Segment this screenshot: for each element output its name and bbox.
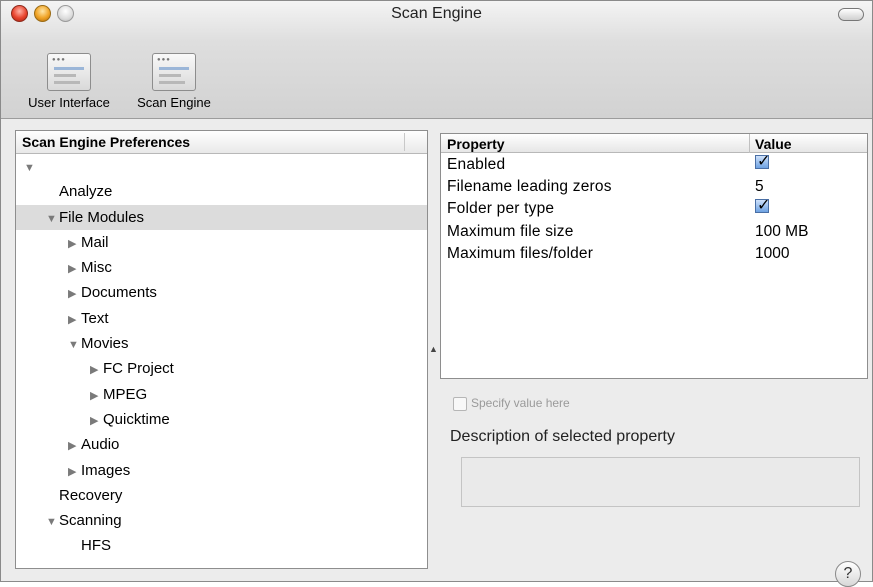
disclosure-collapsed-icon[interactable]: ▶ <box>90 409 103 434</box>
outline-row-label: Recovery <box>59 486 123 504</box>
disclosure-expanded-icon[interactable]: ▼ <box>46 510 59 535</box>
property-row[interactable]: Enabled <box>441 151 867 175</box>
outline-row-label: MPEG <box>103 385 148 403</box>
column-separator <box>749 134 750 153</box>
outline-row[interactable]: ▼ <box>16 154 427 179</box>
preferences-outline[interactable]: Scan Engine Preferences ▼ Analyze ▼ File Mo… <box>15 130 428 569</box>
disclosure-collapsed-icon[interactable]: ▶ <box>68 434 81 459</box>
property-row[interactable]: Folder per type <box>441 195 867 219</box>
outline-row-label: Images <box>81 461 131 479</box>
toolbar-toggle-button[interactable] <box>838 8 864 21</box>
outline-body: ▼ Analyze ▼ File Modules ▶ Mail ▶ Misc ▶ Document… <box>16 154 427 559</box>
outline-row-label: Documents <box>81 284 157 302</box>
property-name: Enabled <box>447 156 506 173</box>
disclosure-collapsed-icon[interactable]: ▶ <box>68 460 81 485</box>
disclosure-collapsed-icon[interactable]: ▶ <box>68 308 81 333</box>
toolbar-item-label: User Interface <box>28 95 110 110</box>
specify-value-label: Specify value here <box>471 396 570 410</box>
property-name: Folder per type <box>447 200 555 218</box>
description-box <box>461 457 860 507</box>
disclosure-collapsed-icon[interactable]: ▶ <box>90 358 103 383</box>
disclosure-collapsed-icon[interactable]: ▶ <box>90 384 103 409</box>
disclosure-collapsed-icon[interactable]: ▶ <box>68 232 81 257</box>
property-name: Maximum file size <box>447 222 574 240</box>
outline-row[interactable]: ▶ Quicktime <box>16 407 427 432</box>
property-table-header: Property Value <box>441 134 867 153</box>
specify-value-checkbox[interactable]: Specify value here <box>453 396 570 411</box>
outline-row[interactable]: ▶ Documents <box>16 280 427 305</box>
checkbox-icon <box>453 396 467 411</box>
disclosure-collapsed-icon[interactable]: ▶ <box>68 282 81 307</box>
outline-row[interactable]: ▶ Images <box>16 458 427 483</box>
preferences-window-icon: ●●● <box>47 53 91 91</box>
outline-row[interactable]: ▶ Audio <box>16 432 427 457</box>
outline-row-label: Audio <box>81 436 120 454</box>
outline-row[interactable]: ▼ Scanning <box>16 508 427 533</box>
preferences-window-icon: ●●● <box>152 53 196 91</box>
property-value[interactable]: 5 <box>755 178 764 196</box>
outline-row-label: Quicktime <box>103 410 170 428</box>
property-name: Maximum files/folder <box>447 244 594 262</box>
disclosure-expanded-icon[interactable]: ▼ <box>24 156 37 181</box>
scan-engine-window: Scan Engine ●●● User Interface ●●● Scan … <box>0 0 873 587</box>
outline-row-label: File Modules <box>59 208 145 226</box>
outline-row[interactable]: ▶ Misc <box>16 255 427 280</box>
disclosure-expanded-icon[interactable]: ▼ <box>68 333 81 358</box>
property-value[interactable]: 1000 <box>755 245 789 263</box>
toolbar-user-interface[interactable]: ●●● User Interface <box>23 53 115 113</box>
outline-row[interactable]: ▼ File Modules <box>16 204 427 232</box>
description-title: Description of selected property <box>450 428 675 445</box>
toolbar-scan-engine[interactable]: ●●● Scan Engine <box>128 53 220 113</box>
title-bar: Scan Engine ●●● User Interface ●●● Scan … <box>1 1 872 119</box>
outline-row-label: HFS <box>81 537 111 555</box>
outline-header-label: Scan Engine Preferences <box>22 134 191 150</box>
outline-row-label: Text <box>81 309 109 327</box>
disclosure-expanded-icon[interactable]: ▼ <box>46 207 59 232</box>
outline-row[interactable]: ▶ MPEG <box>16 382 427 407</box>
outline-row[interactable]: Recovery <box>16 483 427 508</box>
property-table-body: Enabled Filename leading zeros 5 Folder per… <box>441 151 867 264</box>
checked-checkbox-icon[interactable] <box>755 151 770 171</box>
outline-row-label: Analyze <box>59 183 113 201</box>
column-header-value[interactable]: Value <box>755 136 792 152</box>
property-row[interactable]: Maximum file size 100 MB <box>441 220 867 242</box>
outline-row[interactable]: Analyze <box>16 179 427 204</box>
window-title: Scan Engine <box>391 5 482 22</box>
preferences-content: Scan Engine Preferences ▼ Analyze ▼ File Mo… <box>1 119 872 587</box>
outline-row-label: Misc <box>81 259 112 277</box>
outline-row-label: Movies <box>81 335 129 353</box>
outline-row-label: Scanning <box>59 512 122 530</box>
checked-checkbox-icon[interactable] <box>755 195 770 215</box>
column-header-property[interactable]: Property <box>447 136 505 152</box>
outline-row-label: Mail <box>81 233 109 251</box>
property-table[interactable]: Property Value Enabled Filename leading z… <box>440 133 868 379</box>
outline-row[interactable]: ▼ Movies <box>16 331 427 356</box>
split-view-handle-icon[interactable]: ▲ <box>429 344 438 354</box>
property-row[interactable]: Filename leading zeros 5 <box>441 175 867 197</box>
outline-row[interactable]: ▶ FC Project <box>16 356 427 381</box>
property-row[interactable]: Maximum files/folder 1000 <box>441 242 867 264</box>
outline-row[interactable]: ▶ Text <box>16 306 427 331</box>
disclosure-collapsed-icon[interactable]: ▶ <box>68 257 81 282</box>
outline-row-label: FC Project <box>103 360 174 378</box>
column-separator <box>404 133 405 151</box>
property-name: Filename leading zeros <box>447 178 612 196</box>
outline-row[interactable]: HFS <box>16 533 427 558</box>
outline-row[interactable]: ▶ Mail <box>16 230 427 255</box>
toolbar-item-label: Scan Engine <box>137 95 211 110</box>
outline-header[interactable]: Scan Engine Preferences <box>16 131 427 154</box>
help-button[interactable]: ? <box>835 561 861 587</box>
property-value[interactable]: 100 MB <box>755 223 808 241</box>
